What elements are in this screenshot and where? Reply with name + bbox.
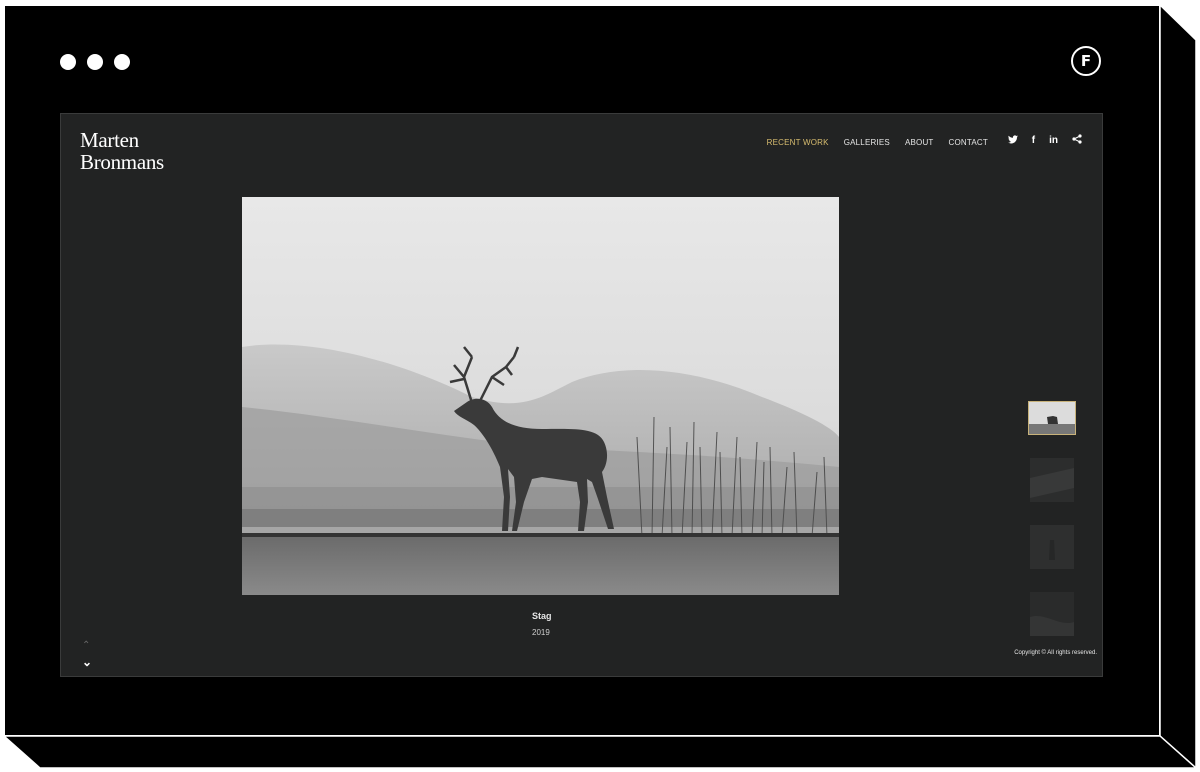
window-dot-2[interactable] <box>87 54 103 70</box>
main-nav: RECENT WORK GALLERIES ABOUT CONTACT <box>767 138 988 147</box>
nav-item-contact[interactable]: CONTACT <box>949 138 988 147</box>
logo-line-1: Marten <box>80 128 139 152</box>
logo-line-2: Bronmans <box>80 150 164 174</box>
thumbnail-stag[interactable] <box>1028 401 1076 435</box>
chevron-up-icon[interactable]: ⌃ <box>82 640 90 651</box>
thumbnail-strip <box>1028 401 1076 659</box>
thumbnail-3[interactable] <box>1030 525 1074 569</box>
website-viewport: Marten Bronmans RECENT WORK GALLERIES AB… <box>60 113 1103 677</box>
nav-item-galleries[interactable]: GALLERIES <box>844 138 890 147</box>
nav-item-about[interactable]: ABOUT <box>905 138 934 147</box>
stag-photograph <box>242 197 839 595</box>
photo-year: 2019 <box>532 628 550 637</box>
window-controls <box>60 54 130 70</box>
site-logo[interactable]: Marten Bronmans <box>80 129 164 173</box>
twitter-icon[interactable] <box>1007 134 1018 147</box>
nav-item-recent-work[interactable]: RECENT WORK <box>767 138 829 147</box>
linkedin-icon[interactable]: in <box>1049 135 1058 146</box>
facebook-icon[interactable]: f <box>1032 135 1035 146</box>
photo-title: Stag <box>532 611 552 621</box>
featured-photo-stag[interactable] <box>242 197 839 595</box>
social-links: f in <box>1007 134 1082 147</box>
copyright-text: Copyright © All rights reserved. <box>1014 650 1097 656</box>
share-icon[interactable] <box>1072 134 1082 147</box>
brand-badge-icon[interactable]: F <box>1071 46 1101 76</box>
window-dot-1[interactable] <box>60 54 76 70</box>
thumbnail-4[interactable] <box>1030 592 1074 636</box>
window-dot-3[interactable] <box>114 54 130 70</box>
chevron-down-icon[interactable]: ⌄ <box>82 655 92 669</box>
thumbnail-2[interactable] <box>1030 458 1074 502</box>
